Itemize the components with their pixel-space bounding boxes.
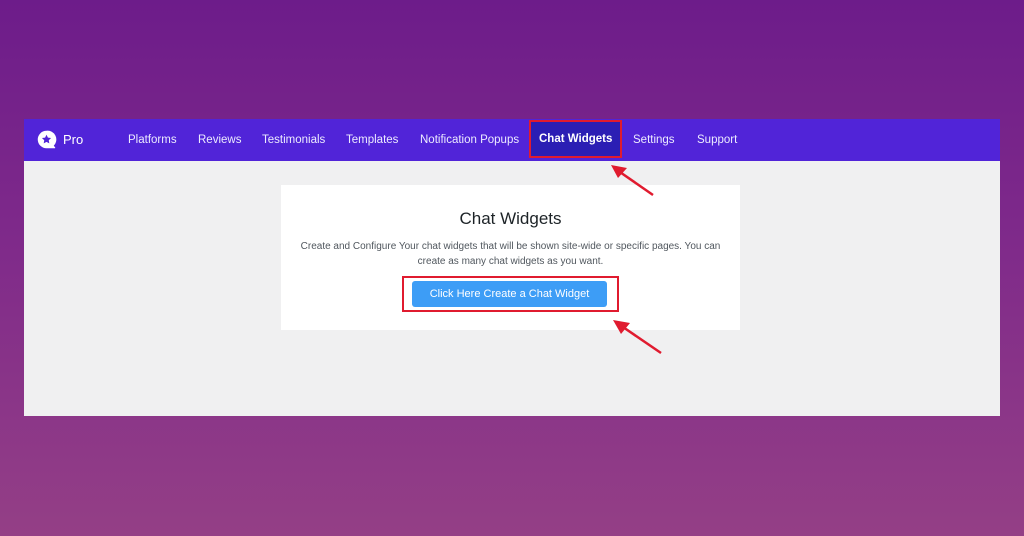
cta-highlight-box: Click Here Create a Chat Widget bbox=[402, 276, 619, 312]
arrow-to-chat-widgets-tab bbox=[611, 165, 654, 197]
nav-item-settings[interactable]: Settings bbox=[633, 119, 675, 161]
brand-logo[interactable]: Pro bbox=[36, 129, 83, 150]
top-navbar: Pro Platforms Reviews Testimonials Templ… bbox=[24, 119, 1000, 161]
nav-item-testimonials[interactable]: Testimonials bbox=[262, 119, 325, 161]
page-title: Chat Widgets bbox=[459, 209, 562, 228]
brand-name: Pro bbox=[63, 132, 84, 147]
arrow-to-create-button bbox=[613, 320, 662, 355]
nav-item-templates[interactable]: Templates bbox=[346, 119, 398, 161]
nav-item-reviews[interactable]: Reviews bbox=[198, 119, 241, 161]
page-description: Create and Configure Your chat widgets t… bbox=[300, 241, 721, 267]
nav-item-notification-popups[interactable]: Notification Popups bbox=[420, 119, 519, 161]
chat-star-icon bbox=[37, 130, 57, 149]
app-window: Pro Platforms Reviews Testimonials Templ… bbox=[24, 119, 1000, 416]
nav-item-support[interactable]: Support bbox=[697, 119, 737, 161]
nav-item-chat-widgets[interactable]: Chat Widgets bbox=[528, 120, 623, 158]
nav-item-platforms[interactable]: Platforms bbox=[128, 119, 177, 161]
create-chat-widget-button[interactable]: Click Here Create a Chat Widget bbox=[412, 281, 607, 307]
chat-widgets-card: Chat Widgets Create and Configure Your c… bbox=[281, 185, 740, 330]
